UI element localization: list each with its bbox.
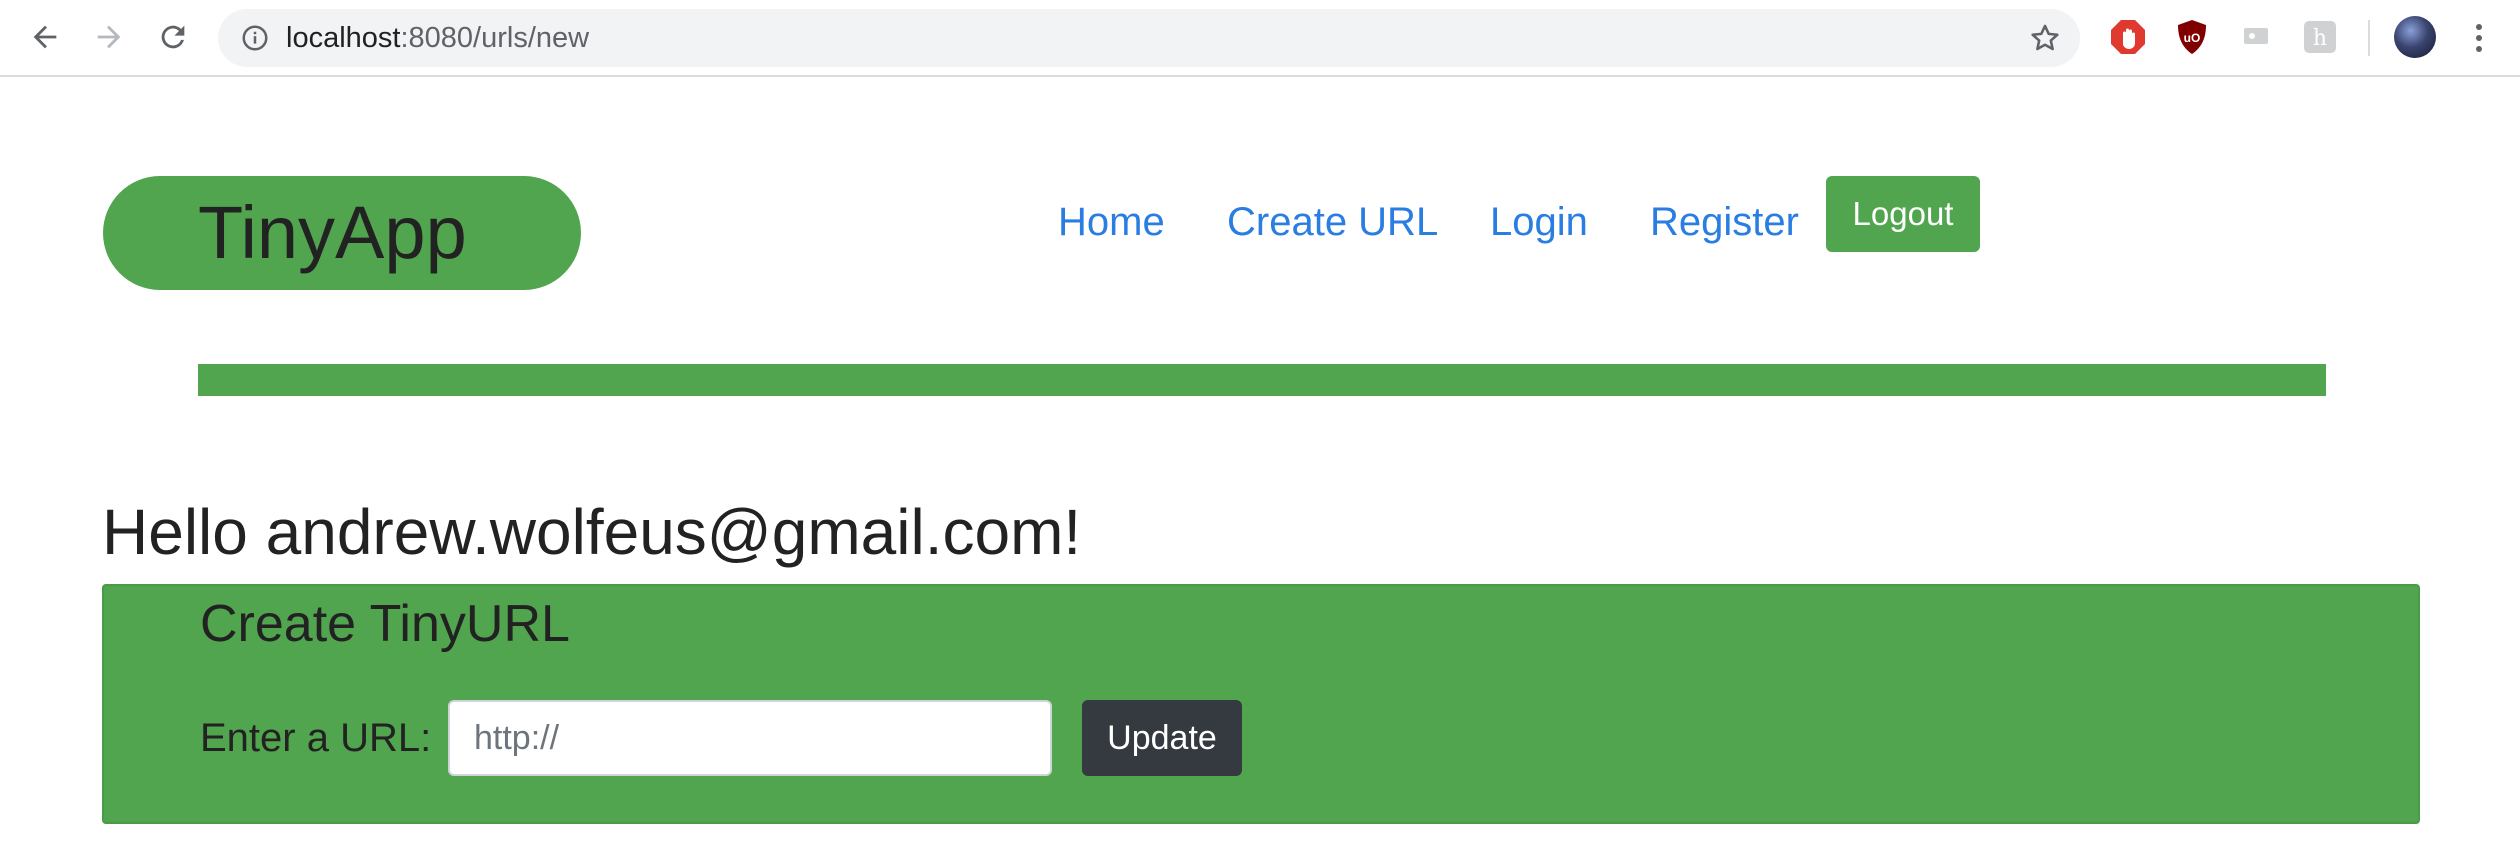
- adblock-icon[interactable]: [2108, 17, 2148, 57]
- reload-button[interactable]: [148, 12, 198, 62]
- url-host: localhost: [286, 22, 401, 54]
- forward-button[interactable]: [84, 12, 134, 62]
- url-text: localhost:8080/urls/new: [286, 9, 589, 67]
- cast-icon[interactable]: [2236, 17, 2276, 57]
- ublock-icon[interactable]: uO: [2172, 17, 2212, 57]
- svg-text:h: h: [2313, 26, 2327, 51]
- nav-link-register[interactable]: Register: [1650, 196, 1799, 248]
- kebab-menu-icon[interactable]: [2464, 20, 2494, 56]
- create-url-form: Create TinyURL Enter a URL: Update: [102, 584, 2420, 824]
- url-path: :8080/urls/new: [400, 22, 590, 54]
- url-input[interactable]: [448, 700, 1052, 776]
- toolbar-divider: [2368, 20, 2370, 56]
- form-title: Create TinyURL: [200, 595, 570, 653]
- nav-link-login[interactable]: Login: [1490, 196, 1588, 248]
- info-icon[interactable]: [240, 23, 270, 53]
- update-button[interactable]: Update: [1082, 700, 1242, 776]
- logout-button[interactable]: Logout: [1826, 176, 1980, 252]
- brand-logo[interactable]: TinyApp: [103, 176, 581, 290]
- url-label: Enter a URL:: [200, 716, 432, 760]
- reload-icon: [161, 25, 185, 49]
- heroku-icon[interactable]: h: [2300, 17, 2340, 57]
- svg-text:uO: uO: [2184, 31, 2201, 45]
- nav-link-create-url[interactable]: Create URL: [1227, 196, 1438, 248]
- header-divider: [198, 364, 2326, 396]
- arrow-right-icon: [97, 25, 121, 49]
- browser-toolbar: localhost:8080/urls/new uO h: [0, 0, 2520, 77]
- back-button[interactable]: [20, 12, 70, 62]
- nav-link-home[interactable]: Home: [1058, 196, 1165, 248]
- greeting: Hello andrew.wolfeus@gmail.com!: [102, 496, 1082, 568]
- avatar[interactable]: [2394, 16, 2436, 58]
- address-bar[interactable]: localhost:8080/urls/new: [218, 9, 2080, 67]
- star-icon[interactable]: [2028, 21, 2062, 55]
- arrow-left-icon: [33, 25, 57, 49]
